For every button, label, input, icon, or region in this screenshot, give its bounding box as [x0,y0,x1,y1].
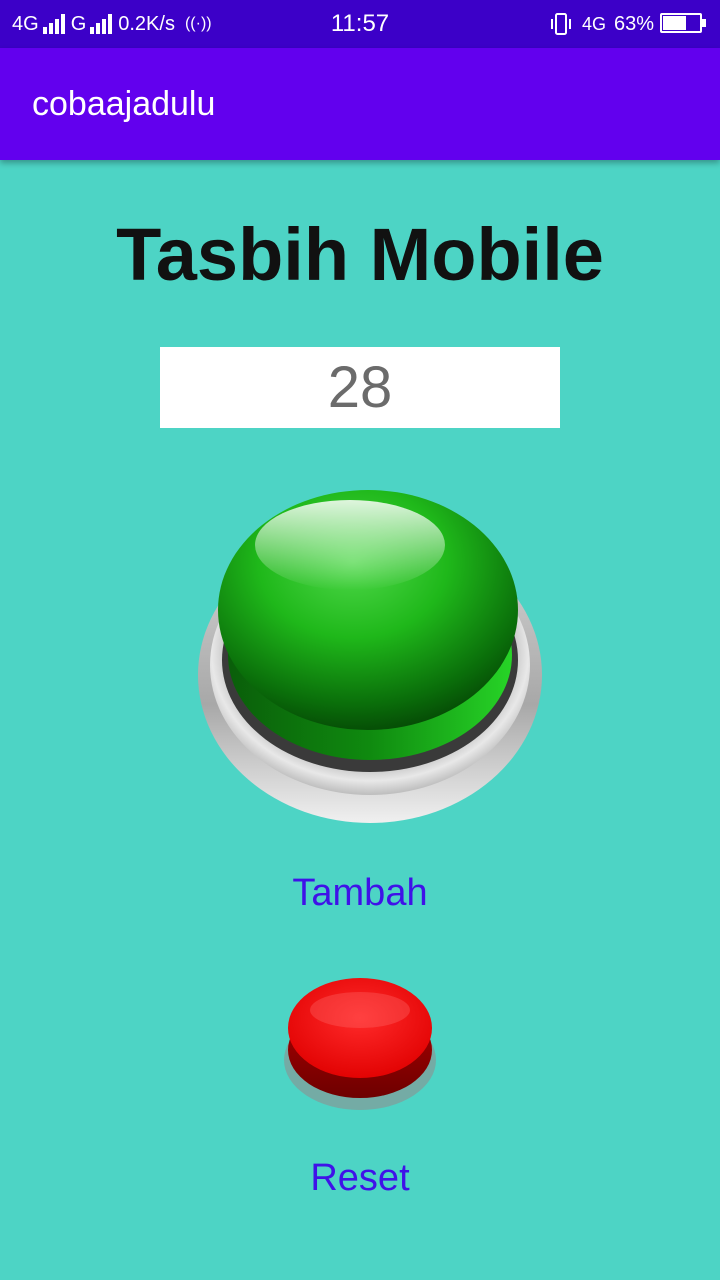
status-left: 4G G 0.2K/s ((·)) [12,0,216,48]
network-type-label: 4G [12,12,39,35]
battery-icon [660,13,708,35]
status-bar: 4G G 0.2K/s ((·)) 11:57 4G 63% [0,0,720,48]
signal-strength-secondary-icon [90,14,114,34]
app-bar: cobaajadulu [0,48,720,160]
page-title: Tasbih Mobile [116,213,604,296]
vibrate-icon [550,13,571,35]
network-type-secondary-label: G [70,12,87,35]
signal-strength-icon [42,14,67,34]
reset-button-label[interactable]: Reset [0,1157,720,1200]
add-button-label[interactable]: Tambah [0,872,720,915]
counter-display: 28 [160,347,560,428]
add-count-button[interactable] [190,470,550,830]
battery-percent: 63% [613,12,654,35]
hotspot-icon: ((·)) [184,15,212,32]
network-speed: 0.2K/s [118,12,175,35]
app-title: cobaajadulu [32,85,216,123]
status-right: 4G 63% [550,0,708,48]
reset-button[interactable] [280,970,440,1115]
mobile-data-icon: 4G [581,14,606,34]
